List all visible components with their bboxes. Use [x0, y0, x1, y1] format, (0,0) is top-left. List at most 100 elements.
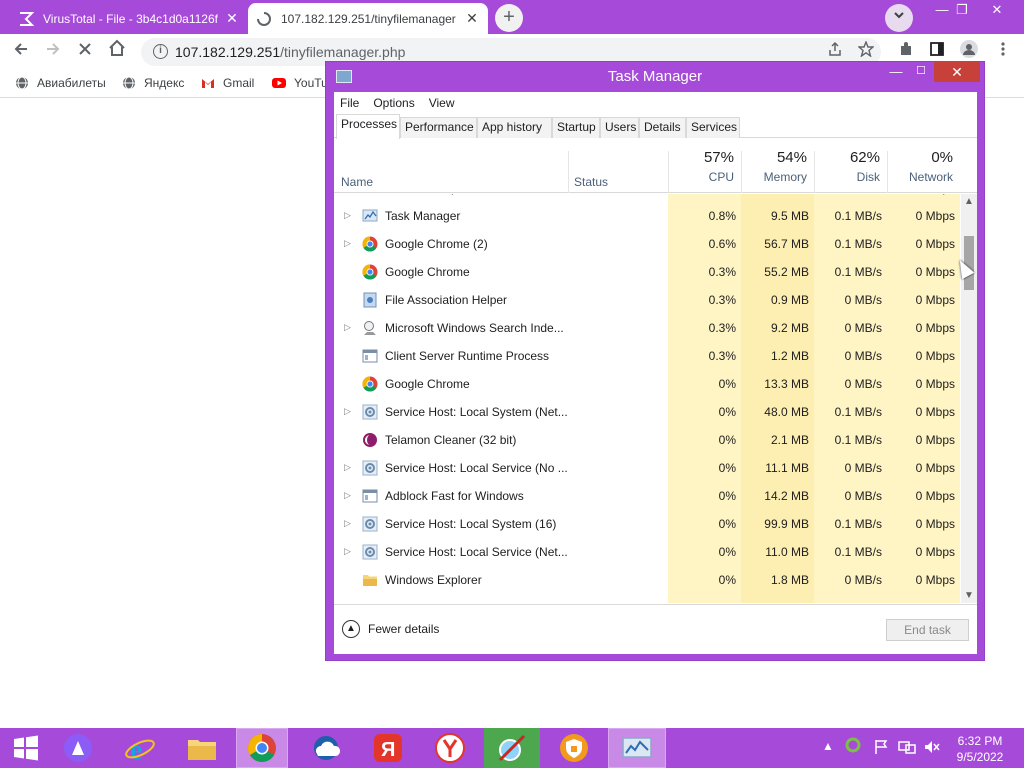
expand-chevron-icon[interactable]: ▷ [344, 462, 351, 473]
file-explorer-button[interactable] [176, 728, 228, 768]
bookmark-aviabilety[interactable]: Авиабилеты [15, 76, 106, 90]
close-window-button[interactable]: ✕ [980, 2, 1014, 18]
process-row[interactable]: ▷ Service Host: Local System (16) 0% 99.9 M… [334, 510, 960, 538]
expand-chevron-icon[interactable]: ▷ [344, 490, 351, 501]
home-button[interactable] [104, 39, 130, 65]
network-icon[interactable] [898, 739, 916, 758]
bookmark-gmail[interactable]: Gmail [201, 76, 254, 90]
process-row[interactable]: ▷ Adblock Fast for Windows 0% 14.2 MB 0 MB/s… [334, 482, 960, 510]
tab-details[interactable]: Details [639, 117, 686, 138]
alice-icon [64, 734, 92, 762]
puzzle-icon [901, 42, 911, 55]
expand-chevron-icon[interactable]: ▷ [344, 238, 351, 249]
process-disk-value: 0 MB/s [844, 489, 882, 503]
tab-tinyfilemanager[interactable]: 107.182.129.251/tinyfilemanager ✕ [248, 3, 488, 34]
tab-services[interactable]: Services [686, 117, 740, 138]
tm-close-button[interactable]: ✕ [934, 62, 980, 82]
new-tab-button[interactable]: + [495, 4, 523, 32]
fewer-details-button[interactable]: ▲ Fewer details [342, 620, 439, 638]
process-disk-value: 0.1 MB/s [834, 405, 882, 419]
col-name[interactable]: Name [341, 175, 373, 189]
process-list-scrollbar[interactable]: ▲ ▼ [961, 194, 977, 603]
col-memory[interactable]: 54% Memory [741, 149, 813, 184]
expand-chevron-icon[interactable]: ▷ [344, 322, 351, 333]
tab-title: 107.182.129.251/tinyfilemanager [281, 11, 456, 26]
end-task-button[interactable]: End task [886, 619, 969, 641]
expand-chevron-icon[interactable]: ▷ [344, 406, 351, 417]
process-cpu-value: 0% [718, 545, 736, 559]
back-button[interactable] [8, 39, 34, 65]
tm-minimize-button[interactable]: — [886, 64, 906, 79]
url-path: /tinyfilemanager.php [280, 44, 406, 60]
process-row[interactable]: Google Chrome 0% 13.3 MB 0 MB/s 0 Mbps [334, 370, 960, 398]
tab-virustotal[interactable]: VirusTotal - File - 3b4c1d0a1126f ✕ [10, 3, 248, 34]
gear-icon [362, 516, 378, 532]
task-manager-taskbar-button[interactable] [608, 728, 666, 768]
tab-users[interactable]: Users [600, 117, 639, 138]
menu-view[interactable]: View [429, 96, 455, 110]
col-disk[interactable]: 62% Disk [814, 149, 886, 184]
process-row[interactable]: Client Server Runtime Process 0.3% 1.2 MB 0… [334, 342, 960, 370]
process-memory-value: 9.2 MB [770, 321, 809, 335]
alice-button[interactable] [52, 728, 104, 768]
bookmark-yandex[interactable]: Яндекс [122, 76, 184, 90]
process-row[interactable]: ▷ Service Host: Local System (Net... 0% 48.… [334, 398, 960, 426]
yandex-app-button[interactable]: Я [362, 728, 414, 768]
process-row[interactable]: Windows Explorer 0% 1.8 MB 0 MB/s 0 Mbps [334, 566, 960, 594]
process-row[interactable]: ▷ Service Host: Local Service (Net... 0% 11… [334, 538, 960, 566]
start-button[interactable] [0, 728, 52, 768]
menu-file[interactable]: File [340, 96, 359, 110]
site-info-icon[interactable]: i [153, 44, 168, 59]
col-network[interactable]: 0% Network [887, 149, 959, 184]
restore-window-button[interactable]: ❐ [945, 2, 979, 18]
tab-app-history[interactable]: App history [477, 117, 552, 138]
scroll-down-icon[interactable]: ▼ [964, 590, 974, 601]
expand-chevron-icon[interactable]: ▷ [344, 546, 351, 557]
process-row[interactable]: ▷ Service Host: Local Service (No ... 0% 11… [334, 454, 960, 482]
tab-search-button[interactable] [885, 4, 913, 32]
process-row[interactable]: ▷ Microsoft Windows Search Inde... 0.3% 9.2… [334, 314, 960, 342]
menu-options[interactable]: Options [373, 96, 414, 110]
share-icon [829, 41, 841, 56]
cloud-app-button[interactable] [300, 728, 352, 768]
chevron-up-icon: ▲ [342, 620, 360, 638]
close-tab-icon[interactable]: ✕ [464, 10, 480, 27]
avatar-icon [960, 40, 978, 58]
internet-explorer-button[interactable]: e [114, 728, 166, 768]
shield-app-button[interactable] [548, 728, 600, 768]
process-memory-value: 99.9 MB [764, 517, 809, 531]
security-app-button[interactable] [484, 728, 540, 768]
tm-maximize-button[interactable]: ☐ [911, 64, 931, 77]
stop-loading-button[interactable] [72, 39, 98, 65]
volume-muted-icon[interactable] [923, 739, 941, 758]
process-row[interactable]: Windows Explorer 0.9% 37.4 MB 0 MB/s 0 Mbps [334, 194, 960, 202]
process-row[interactable]: ▷ Google Chrome (2) 0.6% 56.7 MB 0.1 MB/s 0 M… [334, 230, 960, 258]
scroll-up-icon[interactable]: ▲ [964, 196, 974, 207]
expand-chevron-icon[interactable]: ▷ [344, 210, 351, 221]
process-row[interactable]: File Association Helper 0.3% 0.9 MB 0 MB/s 0… [334, 286, 960, 314]
forward-button[interactable] [40, 39, 66, 65]
process-row[interactable]: Google Chrome 0.3% 55.2 MB 0.1 MB/s 0 Mbps [334, 258, 960, 286]
tab-startup[interactable]: Startup [552, 117, 600, 138]
process-name: Client Server Runtime Process [385, 349, 550, 363]
chrome-menu-button[interactable] [990, 39, 1016, 65]
process-cpu-value: 0% [718, 517, 736, 531]
task-manager-titlebar[interactable]: Task Manager — ☐ ✕ [326, 62, 984, 92]
tab-performance[interactable]: Performance [400, 117, 477, 138]
close-tab-icon[interactable]: ✕ [224, 10, 240, 27]
process-row[interactable]: Telamon Cleaner (32 bit) 0% 2.1 MB 0.1 MB/s… [334, 426, 960, 454]
search-indexer-icon [362, 320, 378, 336]
taskmanager-icon [362, 208, 378, 224]
taskbar-clock[interactable]: 6:32 PM 9/5/2022 [950, 733, 1010, 765]
tray-app-icon[interactable] [845, 737, 861, 756]
show-hidden-icons-button[interactable]: ▲ [822, 739, 834, 753]
yandex-browser-button[interactable] [424, 728, 476, 768]
process-row[interactable]: ▷ Task Manager 0.8% 9.5 MB 0.1 MB/s 0 Mbps [334, 202, 960, 230]
col-cpu[interactable]: 57% CPU [668, 149, 740, 184]
action-center-flag-icon[interactable] [874, 739, 888, 758]
chrome-taskbar-button[interactable] [236, 728, 288, 768]
tab-processes[interactable]: Processes [336, 114, 400, 139]
col-status[interactable]: Status [574, 175, 608, 189]
expand-chevron-icon[interactable]: ▷ [344, 518, 351, 529]
bookmark-youtube[interactable]: YouTu [272, 76, 328, 90]
